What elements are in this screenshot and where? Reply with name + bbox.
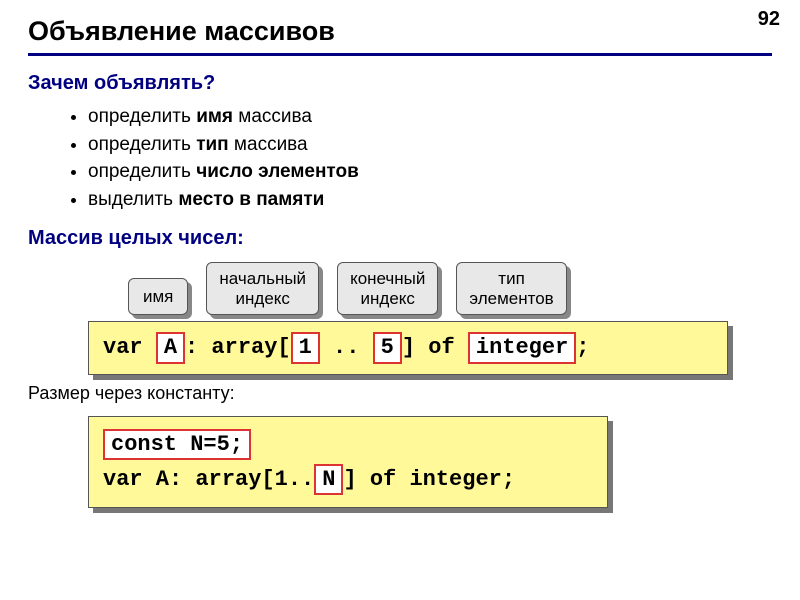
label-chips-row: имя начальныйиндекс конечныйиндекс типэл… bbox=[128, 262, 772, 315]
bullet-item: определить имя массива bbox=[88, 103, 772, 131]
hl-const-decl: const N=5; bbox=[103, 429, 251, 461]
page-number: 92 bbox=[758, 8, 780, 31]
subhead-int-array: Массив целых чисел: bbox=[28, 227, 772, 250]
chip-name-label: имя bbox=[128, 278, 188, 316]
hl-n: N bbox=[314, 464, 343, 496]
bullet-item: определить число элементов bbox=[88, 158, 772, 186]
hl-array-name: A bbox=[156, 332, 185, 364]
chip-start-index: начальныйиндекс bbox=[206, 262, 319, 315]
kw-var: var bbox=[103, 335, 156, 360]
code-block-2: const N=5; var A: array[1..N] of integer… bbox=[88, 416, 608, 508]
code-text: var A: array[1.. bbox=[103, 467, 314, 492]
question-heading: Зачем объявлять? bbox=[28, 72, 772, 95]
chip-start-index-label: начальныйиндекс bbox=[206, 262, 319, 315]
subhead-via-const: Размер через константу: bbox=[28, 383, 772, 404]
chip-end-index: конечныйиндекс bbox=[337, 262, 438, 315]
bullet-item: определить тип массива bbox=[88, 131, 772, 159]
code-text: ] of bbox=[402, 335, 468, 360]
chip-name: имя bbox=[128, 278, 188, 316]
chip-elem-type-label: типэлементов bbox=[456, 262, 566, 315]
code-text: : array[ bbox=[185, 335, 291, 360]
code-text: ; bbox=[576, 335, 589, 360]
chip-end-index-label: конечныйиндекс bbox=[337, 262, 438, 315]
page-title: Объявление массивов bbox=[28, 16, 772, 47]
hl-end-index: 5 bbox=[373, 332, 402, 364]
chip-elem-type: типэлементов bbox=[456, 262, 566, 315]
code-text: ] of integer; bbox=[343, 467, 515, 492]
code-text: .. bbox=[320, 335, 373, 360]
hl-type: integer bbox=[468, 332, 576, 364]
bullet-list: определить имя массива определить тип ма… bbox=[88, 103, 772, 213]
bullet-item: выделить место в памяти bbox=[88, 186, 772, 214]
hl-start-index: 1 bbox=[291, 332, 320, 364]
code-block-1: var A: array[1 .. 5] of integer; bbox=[88, 321, 728, 375]
title-rule bbox=[28, 53, 772, 56]
